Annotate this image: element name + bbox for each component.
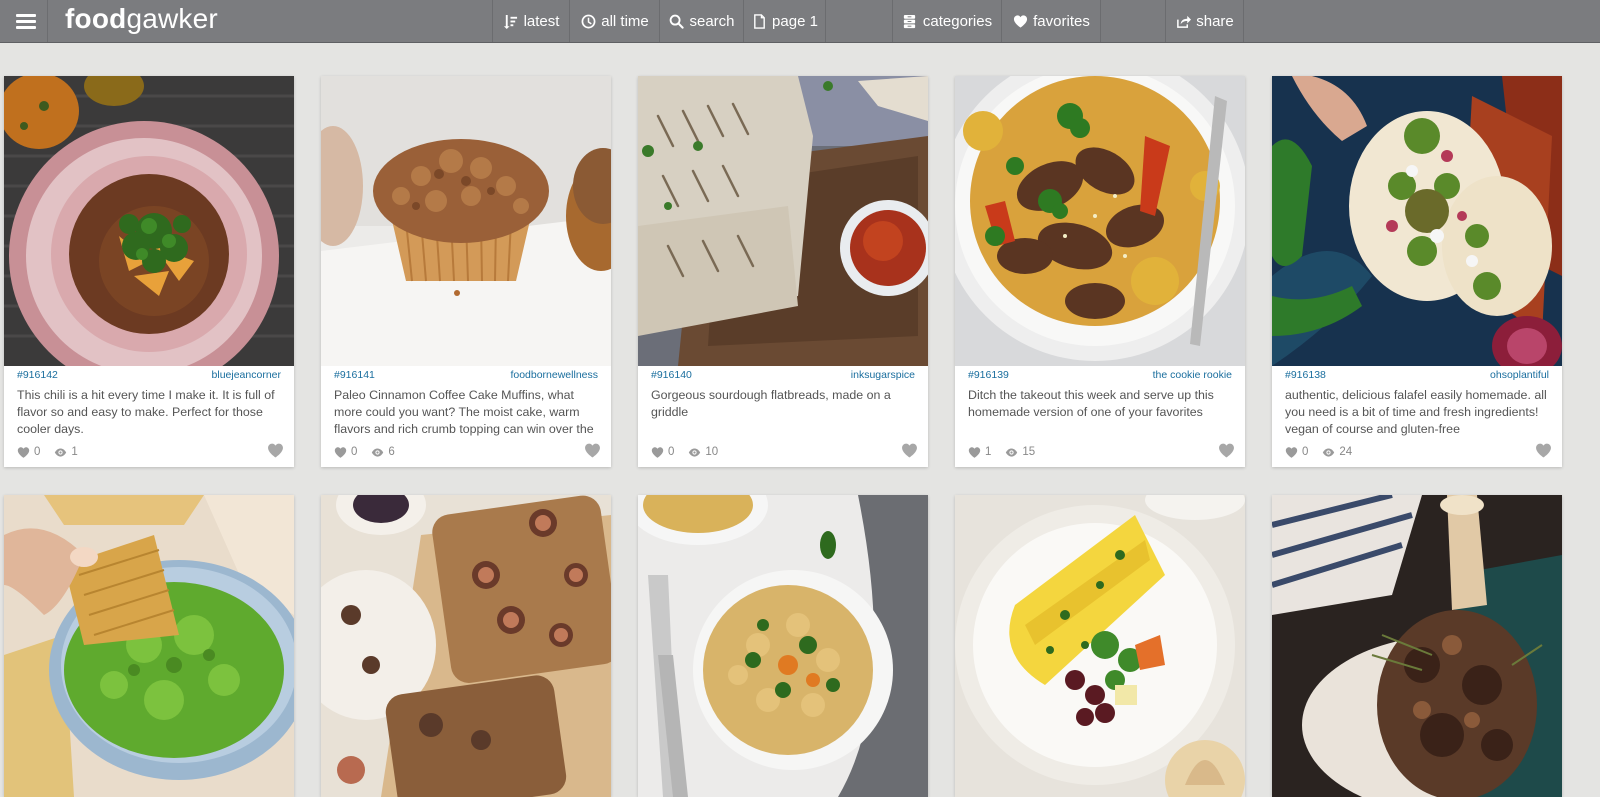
view-count: 1 (71, 446, 78, 458)
recipe-description[interactable]: Ditch the takeout this week and serve up… (968, 387, 1232, 439)
recipe-photo[interactable] (1272, 495, 1562, 797)
sort-icon (503, 13, 519, 29)
nav-divider (1100, 0, 1166, 42)
view-count: 10 (705, 446, 719, 458)
recipe-card[interactable] (1272, 495, 1562, 797)
like-count: 1 (985, 446, 992, 458)
recipe-description[interactable]: This chili is a hit every time I make it… (17, 387, 281, 439)
top-navigation-bar: foodgawker latest all time search page 1… (0, 0, 1600, 43)
card-stats: 0 6 (334, 444, 395, 460)
view-count: 24 (1339, 446, 1353, 458)
share-icon (1175, 13, 1191, 29)
recipe-photo[interactable] (4, 495, 294, 797)
eye-icon (55, 447, 67, 457)
card-meta: #916139 the cookie rookie (968, 368, 1232, 382)
recipe-card[interactable]: #916139 the cookie rookie Ditch the take… (955, 76, 1245, 467)
recipe-card[interactable]: #916140 inksugarspice Gorgeous sourdough… (638, 76, 928, 467)
favorite-heart-button[interactable] (583, 442, 602, 459)
card-stats: 0 10 (651, 444, 718, 460)
like-count-icon (1285, 446, 1298, 458)
favorite-heart-button[interactable] (900, 442, 919, 459)
nav-all-time[interactable]: all time (569, 0, 660, 42)
recipe-description[interactable]: Gorgeous sourdough flatbreads, made on a… (651, 387, 915, 439)
view-count: 6 (388, 446, 395, 458)
eye-icon (1323, 447, 1335, 457)
recipe-card[interactable] (955, 495, 1245, 797)
like-count-icon (968, 446, 981, 458)
nav-categories[interactable]: categories (892, 0, 1002, 42)
recipe-card[interactable] (321, 495, 611, 797)
favorite-heart-button[interactable] (1534, 442, 1553, 459)
card-stats: 0 24 (1285, 444, 1352, 460)
menu-icon[interactable] (5, 0, 48, 42)
card-stats: 0 1 (17, 444, 78, 460)
heart-icon (1012, 13, 1028, 29)
recipe-id[interactable]: #916142 (17, 369, 58, 381)
card-meta: #916142 bluejeancorner (17, 368, 281, 382)
categories-icon (902, 13, 918, 29)
nav-page[interactable]: page 1 (743, 0, 826, 42)
card-meta: #916141 foodbornewellness (334, 368, 598, 382)
recipe-card[interactable]: #916141 foodbornewellness Paleo Cinnamon… (321, 76, 611, 467)
nav-search[interactable]: search (659, 0, 744, 42)
recipe-description[interactable]: Paleo Cinnamon Coffee Cake Muffins, what… (334, 387, 598, 439)
like-count-icon (334, 446, 347, 458)
recipe-description[interactable]: authentic, delicious falafel easily home… (1285, 387, 1549, 439)
card-stats: 1 15 (968, 444, 1035, 460)
recipe-card[interactable] (638, 495, 928, 797)
recipe-photo[interactable] (4, 76, 294, 366)
recipe-card[interactable]: #916142 bluejeancorner This chili is a h… (4, 76, 294, 467)
nav-latest[interactable]: latest (492, 0, 570, 42)
eye-icon (689, 447, 701, 457)
search-icon (668, 13, 684, 29)
recipe-photo[interactable] (955, 76, 1245, 366)
like-count: 0 (1302, 446, 1309, 458)
like-count: 0 (668, 446, 675, 458)
recipe-id[interactable]: #916140 (651, 369, 692, 381)
eye-icon (1006, 447, 1018, 457)
author-link[interactable]: the cookie rookie (1153, 369, 1232, 381)
like-count-icon (17, 446, 30, 458)
nav-favorites[interactable]: favorites (1001, 0, 1101, 42)
clock-icon (580, 13, 596, 29)
nav-share[interactable]: share (1165, 0, 1244, 42)
eye-icon (372, 447, 384, 457)
favorite-heart-button[interactable] (1217, 442, 1236, 459)
card-meta: #916138 ohsoplantiful (1285, 368, 1549, 382)
recipe-card[interactable]: #916138 ohsoplantiful authentic, delicio… (1272, 76, 1562, 467)
like-count-icon (651, 446, 664, 458)
recipe-id[interactable]: #916141 (334, 369, 375, 381)
recipe-photo[interactable] (1272, 76, 1562, 366)
view-count: 15 (1022, 446, 1036, 458)
card-meta: #916140 inksugarspice (651, 368, 915, 382)
site-logo[interactable]: foodgawker (65, 2, 218, 36)
recipe-photo[interactable] (321, 495, 611, 797)
page-icon (751, 13, 767, 29)
recipe-photo[interactable] (321, 76, 611, 366)
author-link[interactable]: ohsoplantiful (1490, 369, 1549, 381)
author-link[interactable]: inksugarspice (851, 369, 915, 381)
author-link[interactable]: bluejeancorner (212, 369, 281, 381)
recipe-photo[interactable] (638, 76, 928, 366)
like-count: 0 (34, 446, 41, 458)
recipe-id[interactable]: #916139 (968, 369, 1009, 381)
recipe-photo[interactable] (638, 495, 928, 797)
recipe-card[interactable] (4, 495, 294, 797)
recipe-id[interactable]: #916138 (1285, 369, 1326, 381)
like-count: 0 (351, 446, 358, 458)
recipe-photo[interactable] (955, 495, 1245, 797)
nav-divider (826, 0, 893, 42)
author-link[interactable]: foodbornewellness (510, 369, 598, 381)
favorite-heart-button[interactable] (266, 442, 285, 459)
